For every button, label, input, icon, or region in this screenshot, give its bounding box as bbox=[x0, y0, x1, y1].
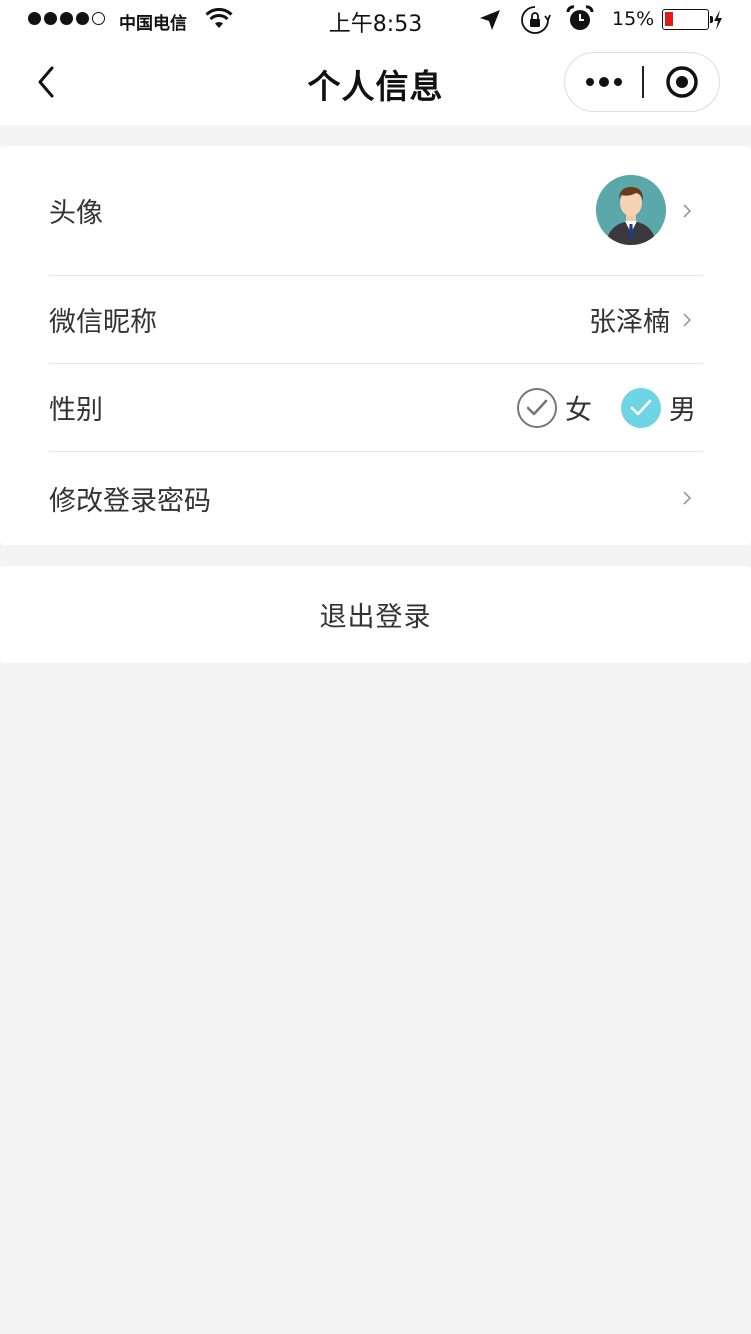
gender-option-male-label: 男 bbox=[669, 395, 696, 426]
change-password-row[interactable]: 修改登录密码 bbox=[49, 452, 703, 544]
avatar[interactable] bbox=[596, 175, 666, 245]
logout-label: 退出登录 bbox=[319, 602, 432, 633]
gender-option-male[interactable]: 男 bbox=[621, 387, 696, 428]
businessman-avatar-icon bbox=[596, 175, 666, 245]
checkbox-unchecked-icon bbox=[517, 387, 557, 428]
chevron-right-icon bbox=[683, 491, 692, 505]
close-button[interactable] bbox=[645, 53, 719, 111]
more-dots-icon bbox=[586, 78, 594, 86]
nickname-value: 张泽楠 bbox=[589, 307, 670, 338]
nickname-label: 微信昵称 bbox=[49, 307, 157, 338]
gender-label: 性别 bbox=[49, 395, 103, 426]
nav-bar: 个人信息 bbox=[0, 40, 751, 125]
profile-card: 头像 微信昵称 张泽楠 性别 女 男 修改登录密码 bbox=[0, 146, 751, 545]
chevron-right-icon bbox=[683, 203, 692, 218]
avatar-row[interactable]: 头像 bbox=[49, 146, 703, 276]
chevron-right-icon bbox=[683, 312, 692, 327]
gender-row: 性别 女 男 bbox=[49, 364, 703, 452]
alarm-clock-icon bbox=[566, 5, 594, 38]
change-password-label: 修改登录密码 bbox=[49, 485, 211, 517]
mini-program-capsule bbox=[564, 52, 720, 112]
status-bar: 中国电信 上午8:53 15% bbox=[0, 0, 751, 40]
nickname-row[interactable]: 微信昵称 张泽楠 bbox=[49, 276, 703, 364]
capsule-divider bbox=[642, 66, 644, 98]
checkbox-checked-icon bbox=[621, 387, 661, 428]
charging-bolt-icon bbox=[713, 10, 723, 35]
target-circle-icon bbox=[666, 66, 698, 98]
rotation-lock-icon bbox=[519, 4, 551, 41]
location-arrow-icon bbox=[478, 8, 502, 37]
logout-button[interactable]: 退出登录 bbox=[0, 566, 751, 663]
gender-option-female-label: 女 bbox=[565, 395, 592, 426]
battery-icon bbox=[662, 9, 713, 30]
battery-percent: 15% bbox=[612, 8, 655, 30]
more-button[interactable] bbox=[565, 53, 643, 111]
gender-option-female[interactable]: 女 bbox=[517, 387, 592, 428]
avatar-label: 头像 bbox=[49, 198, 103, 229]
